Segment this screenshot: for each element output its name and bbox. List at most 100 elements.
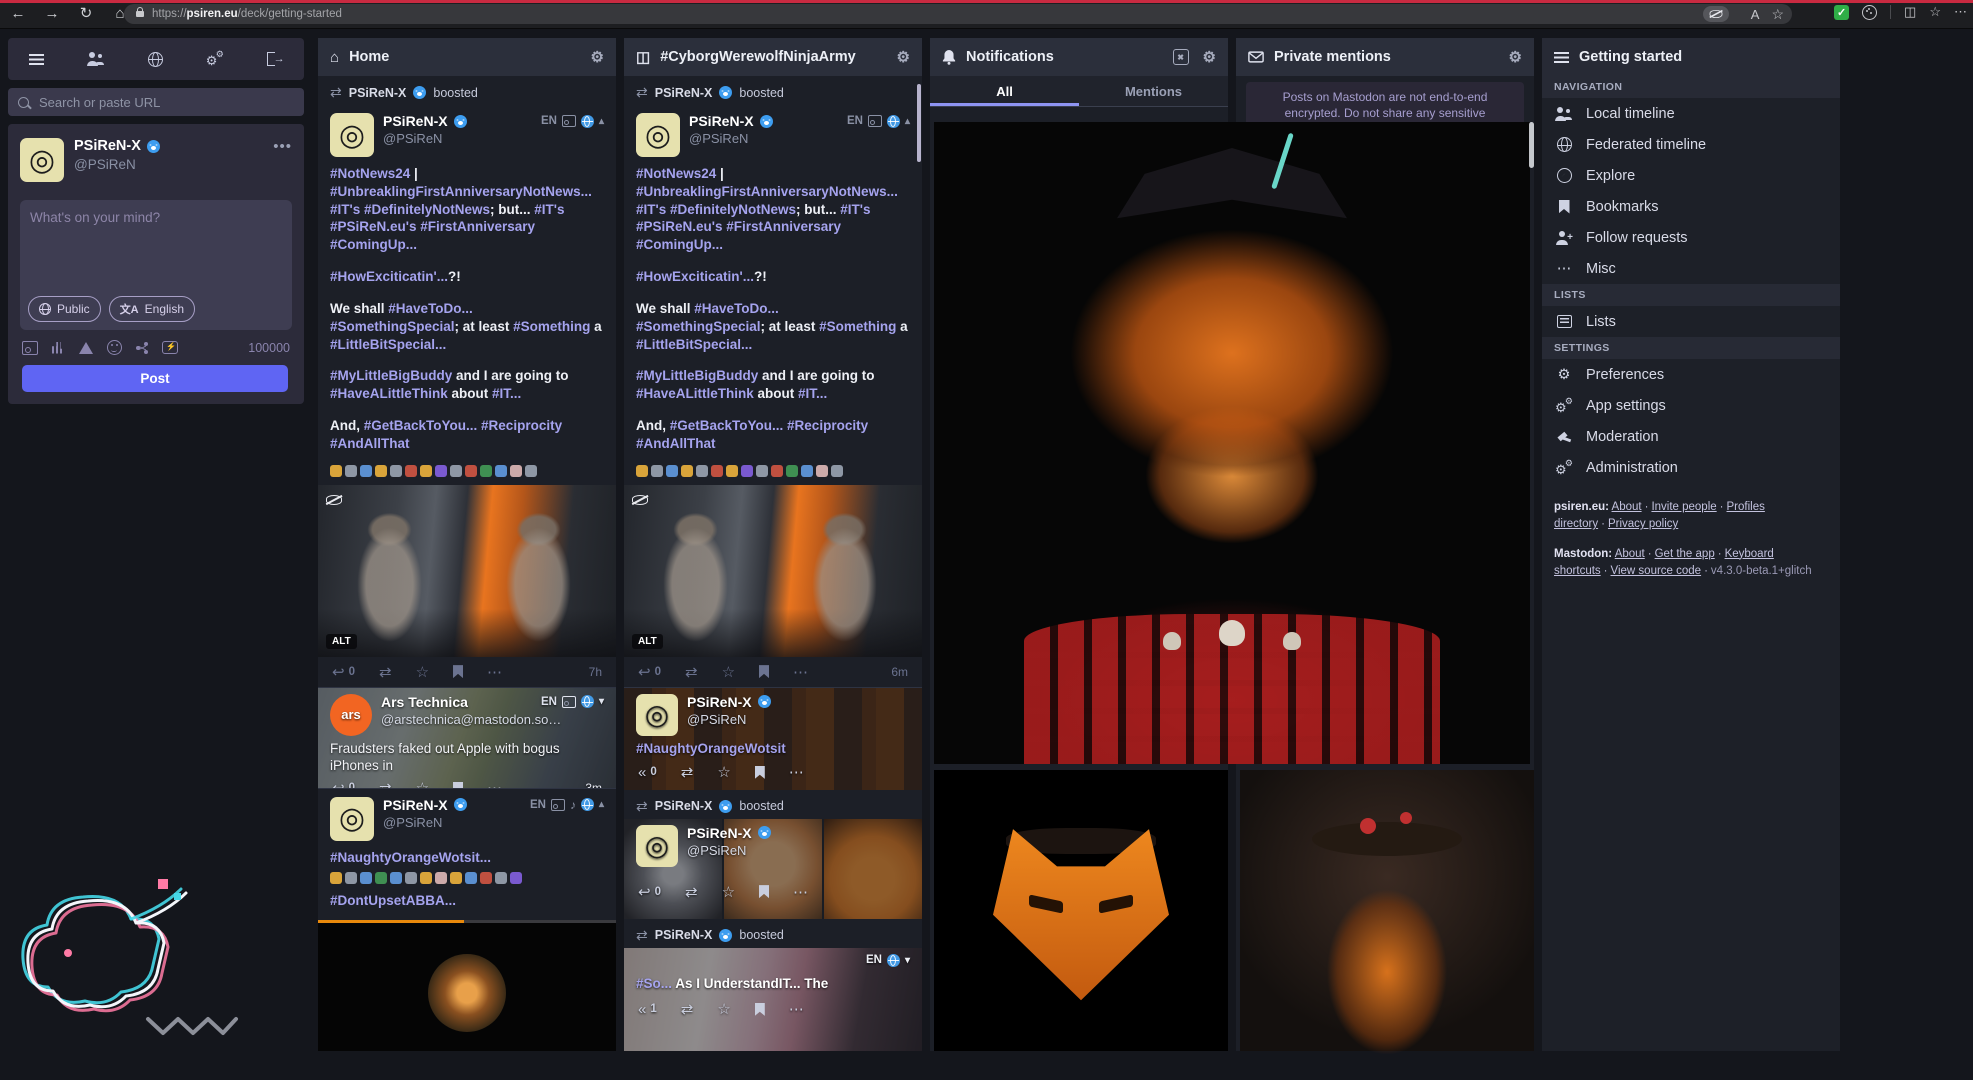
bookmark-button[interactable]: [759, 885, 770, 899]
local-only-icon[interactable]: [136, 342, 148, 354]
nav-item-lists[interactable]: Lists: [1542, 306, 1840, 337]
favourite-button[interactable]: ☆: [416, 663, 429, 681]
account-handle[interactable]: @PSiReN: [687, 843, 910, 858]
link-invite-people[interactable]: Invite people: [1651, 501, 1716, 513]
post-orange-media[interactable]: PSiReN-X @PSiReN #NaughtyOrangeWotsit «0…: [624, 687, 922, 790]
more-button[interactable]: ⋯: [789, 763, 804, 781]
media-image-fox-cowboy[interactable]: [1240, 770, 1534, 1080]
nav-item-explore[interactable]: Explore: [1542, 160, 1840, 191]
audio-player[interactable]: 06:45 / 13:46 ↓: [318, 920, 616, 1051]
hide-media-icon[interactable]: [632, 493, 648, 511]
panel-scrollbar[interactable]: [1529, 122, 1534, 168]
checkmark-extension-icon[interactable]: ✓: [1834, 4, 1850, 20]
account-handle[interactable]: @PSiReN: [383, 815, 604, 830]
reply-button[interactable]: ↩0: [332, 779, 355, 787]
reply-button[interactable]: ↩0: [332, 663, 355, 681]
column-private-mentions-header[interactable]: Private mentions ⚙: [1236, 38, 1534, 76]
attach-media-icon[interactable]: [22, 340, 38, 355]
boost-button[interactable]: ⇄: [379, 779, 392, 787]
display-name[interactable]: PSiReN-X: [689, 113, 754, 129]
column-notifications-header[interactable]: Notifications ✖ ⚙: [930, 38, 1228, 76]
collapse-chevron-icon[interactable]: ▴: [599, 116, 604, 127]
tab-all[interactable]: All: [930, 76, 1079, 106]
post-cosplay[interactable]: EN ▾ #So... As I UnderstandIT... The «1 …: [624, 947, 922, 1051]
bookmark-button[interactable]: [754, 1002, 765, 1016]
reply-all-button[interactable]: «1: [638, 1001, 657, 1018]
reply-all-button[interactable]: «0: [638, 764, 657, 781]
nav-item-preferences[interactable]: ⚙ Preferences: [1542, 359, 1840, 390]
collapse-chevron-icon[interactable]: ▴: [599, 799, 604, 810]
settings-gears-icon[interactable]: ⚙ ⚙: [206, 49, 224, 67]
browser-menu-button[interactable]: ⋯: [1954, 4, 1967, 20]
favourite-button[interactable]: ☆: [722, 663, 735, 681]
more-button[interactable]: ⋯: [487, 663, 502, 681]
account-handle[interactable]: @PSiReN: [383, 131, 604, 146]
forward-button[interactable]: →: [42, 4, 62, 24]
bookmark-button[interactable]: [453, 781, 464, 788]
display-name[interactable]: PSiReN-X: [383, 113, 448, 129]
expand-chevron-icon[interactable]: ▾: [599, 696, 604, 707]
clear-notifications-icon[interactable]: ✖: [1172, 49, 1189, 65]
display-name[interactable]: PSiReN-X: [383, 797, 448, 813]
post-image-forge[interactable]: ALT: [318, 484, 616, 657]
column-hashtag-header[interactable]: ◫ #CyborgWerewolfNinjaArmy ⚙: [624, 38, 922, 76]
tab-mentions[interactable]: Mentions: [1079, 76, 1228, 106]
avatar[interactable]: [330, 796, 374, 841]
account-more-button[interactable]: •••: [273, 138, 292, 155]
nav-item-moderation[interactable]: Moderation: [1542, 421, 1840, 452]
nav-item-bookmarks[interactable]: Bookmarks: [1542, 191, 1840, 222]
link-view-source-code[interactable]: View source code: [1611, 565, 1702, 577]
media-image-fox-emblem[interactable]: [934, 770, 1228, 1051]
column-settings-icon[interactable]: ⚙: [591, 48, 604, 66]
nav-item-follow-requests[interactable]: + Follow requests: [1542, 222, 1840, 253]
language-dropdown[interactable]: 文A English: [108, 296, 195, 322]
bookmark-button[interactable]: [759, 665, 770, 679]
more-button[interactable]: ⋯: [793, 883, 808, 901]
nav-item-federated-timeline[interactable]: Federated timeline: [1542, 129, 1840, 160]
globe-icon[interactable]: [147, 51, 163, 67]
column-scrollbar[interactable]: [917, 84, 921, 162]
address-bar[interactable]: https://psiren.eu/deck/getting-started A…: [124, 4, 1792, 24]
hide-media-icon[interactable]: [326, 493, 342, 511]
favourite-button[interactable]: ☆: [416, 779, 429, 787]
nav-item-misc[interactable]: ⋯ Misc: [1542, 253, 1840, 284]
alt-badge[interactable]: ALT: [632, 633, 663, 649]
link-mastodon-about[interactable]: About: [1615, 548, 1645, 560]
back-button[interactable]: ←: [8, 4, 28, 24]
expand-chevron-icon[interactable]: ▾: [905, 955, 910, 966]
avatar[interactable]: [636, 824, 678, 867]
post-ars-technica[interactable]: ars Ars Technica EN ▾ @arstechnica@masto…: [318, 687, 616, 788]
account-handle[interactable]: @PSiReN: [687, 712, 910, 727]
display-name[interactable]: PSiReN-X: [687, 825, 752, 841]
column-settings-icon[interactable]: ⚙: [1203, 48, 1216, 66]
post-wolf-grid[interactable]: PSiReN-X @PSiReN ↩0 ⇄ ☆ ⋯: [624, 818, 922, 919]
boost-button[interactable]: ⇄: [685, 883, 698, 901]
boost-button[interactable]: ⇄: [685, 663, 698, 681]
booster-name[interactable]: PSiReN-X: [655, 799, 713, 813]
users-icon[interactable]: [87, 52, 105, 66]
account-handle[interactable]: @PSiReN: [689, 131, 910, 146]
account-handle[interactable]: @arstechnica@mastodon.so…: [381, 712, 604, 727]
avatar[interactable]: [20, 138, 64, 182]
column-home-header[interactable]: ⌂ Home ⚙: [318, 38, 616, 76]
threaded-mode-icon[interactable]: [162, 341, 178, 354]
reload-button[interactable]: ↻: [76, 4, 96, 24]
link-about[interactable]: About: [1612, 501, 1642, 513]
boost-button[interactable]: ⇄: [681, 1000, 694, 1018]
post-button[interactable]: Post: [22, 365, 288, 392]
bookmark-button[interactable]: [754, 765, 765, 779]
avatar[interactable]: [636, 693, 678, 736]
column-settings-icon[interactable]: ⚙: [1509, 48, 1522, 66]
collections-button[interactable]: ☆: [1929, 4, 1941, 20]
booster-name[interactable]: PSiReN-X: [655, 928, 713, 942]
nav-item-app-settings[interactable]: ⚙ ⚙ App settings: [1542, 390, 1840, 421]
display-name[interactable]: PSiReN-X: [687, 694, 752, 710]
post-main[interactable]: PSiReN-X EN ▴ @PSiReN #NotNews24 | #Unbr…: [318, 105, 616, 687]
link-get-the-app[interactable]: Get the app: [1655, 548, 1715, 560]
booster-name[interactable]: PSiReN-X: [655, 86, 713, 100]
account-display-name[interactable]: PSiReN-X: [74, 138, 141, 154]
search-input[interactable]: [37, 93, 271, 111]
reply-button[interactable]: ↩0: [638, 663, 661, 681]
emoji-picker-icon[interactable]: [107, 340, 122, 355]
boost-button[interactable]: ⇄: [379, 663, 392, 681]
